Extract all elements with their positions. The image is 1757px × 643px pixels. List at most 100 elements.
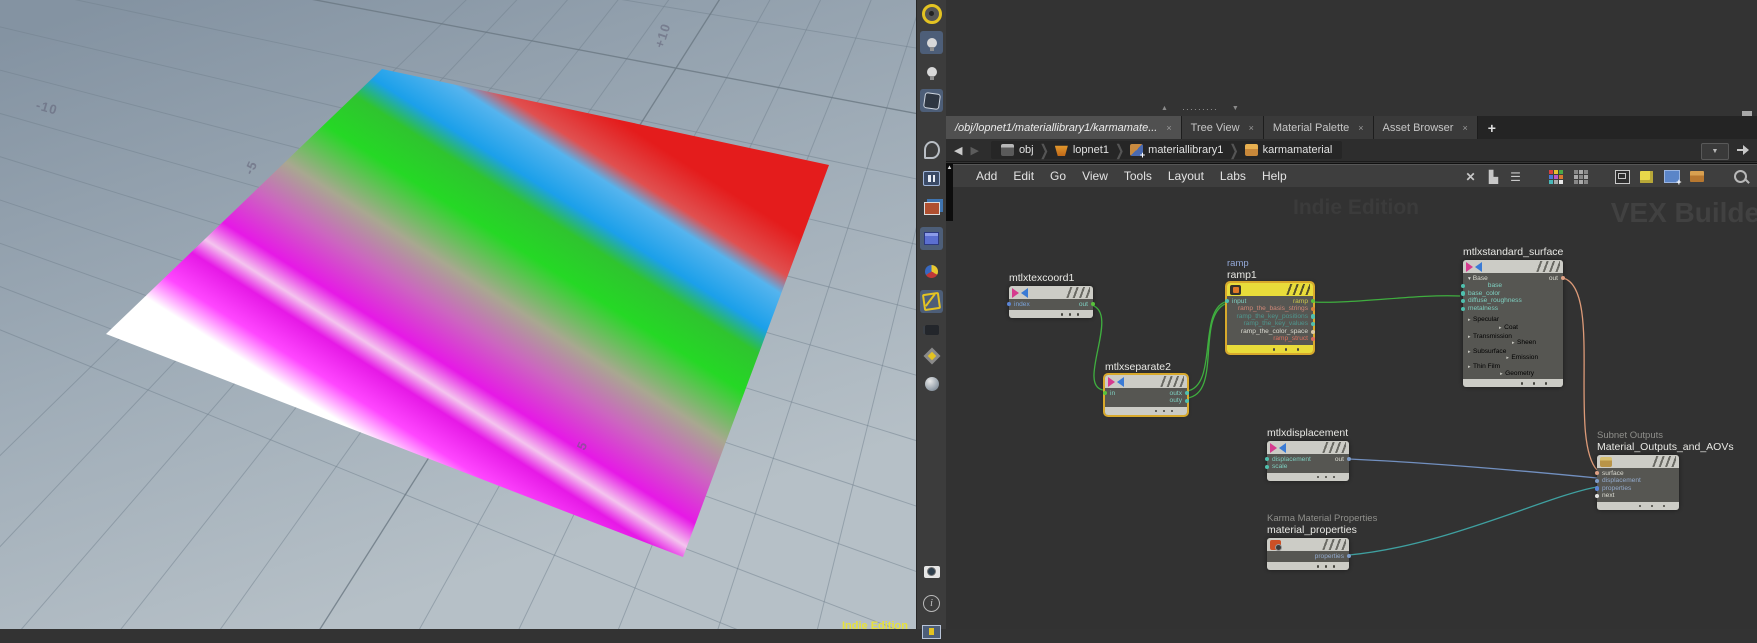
obj-icon <box>1000 144 1014 156</box>
pin-network-icon[interactable] <box>1737 145 1751 155</box>
color-palette-icon[interactable] <box>1547 168 1564 185</box>
tree-view-icon[interactable]: ▙ <box>1485 168 1502 185</box>
node-footer[interactable] <box>1267 472 1349 481</box>
display-options-icon[interactable] <box>920 344 943 367</box>
gallery-icon[interactable] <box>1688 168 1705 185</box>
view-cube-icon[interactable] <box>920 89 943 112</box>
node-header[interactable] <box>1267 441 1349 454</box>
menu-tools[interactable]: Tools <box>1116 169 1160 183</box>
tab-network-path[interactable]: /obj/lopnet1/materiallibrary1/karmamate.… <box>946 116 1182 139</box>
menu-add[interactable]: Add <box>968 169 1005 183</box>
node-footer[interactable] <box>1597 501 1679 510</box>
node-header[interactable] <box>1463 260 1563 273</box>
input-connector[interactable] <box>1595 471 1600 476</box>
background-image-icon[interactable] <box>1663 168 1682 187</box>
menu-layout[interactable]: Layout <box>1160 169 1212 183</box>
node-title: ramp1 <box>1227 269 1257 281</box>
output-connector[interactable] <box>1184 398 1189 404</box>
node-header[interactable] <box>1597 455 1679 468</box>
info-icon[interactable]: i <box>920 592 943 615</box>
tab-close-icon[interactable]: × <box>1166 123 1171 133</box>
scene-objects-icon[interactable] <box>920 227 943 250</box>
input-connector[interactable] <box>1595 494 1600 499</box>
tab-close-icon[interactable]: × <box>1358 123 1363 133</box>
tab-close-icon[interactable]: × <box>1249 123 1254 133</box>
tab-asset-browser[interactable]: Asset Browser × <box>1373 116 1478 139</box>
forward-arrow-icon[interactable]: ▶ <box>970 144 978 157</box>
back-arrow-icon[interactable]: ◀ <box>954 144 962 157</box>
menu-go[interactable]: Go <box>1042 169 1074 183</box>
material-shading-icon[interactable] <box>920 260 943 283</box>
menu-edit[interactable]: Edit <box>1005 169 1042 183</box>
breadcrumb-lopnet1[interactable]: lopnet1 <box>1051 144 1113 156</box>
path-dropdown-button[interactable]: ▼ <box>1701 142 1729 160</box>
window-icon[interactable] <box>1614 168 1631 185</box>
input-connector[interactable] <box>1595 478 1600 484</box>
node-material-properties[interactable]: Karma Material Properties material_prope… <box>1267 513 1377 571</box>
menu-view[interactable]: View <box>1074 169 1116 183</box>
node-footer[interactable] <box>1227 345 1313 354</box>
input-connector[interactable] <box>1225 299 1230 304</box>
node-title: mtlxstandard_surface <box>1463 246 1564 258</box>
snapshot-gallery-icon[interactable] <box>920 197 943 220</box>
node-header[interactable] <box>1227 283 1313 296</box>
pane-collapse-up-icon[interactable]: ▲ <box>1161 105 1168 112</box>
network-editor-pane[interactable]: ▲ ········· ▼ /obj/lopnet1/materiallibra… <box>946 0 1757 629</box>
menu-labs[interactable]: Labs <box>1212 169 1254 183</box>
node-mtlxseparate2[interactable]: mtlxseparate2 in outx outy <box>1103 361 1189 415</box>
no-render-flag-icon[interactable] <box>920 290 943 313</box>
node-footer[interactable] <box>1009 310 1093 319</box>
properties-icon <box>1270 539 1282 551</box>
node-flags[interactable] <box>1286 284 1310 295</box>
node-header[interactable] <box>1267 538 1349 551</box>
search-icon[interactable] <box>1732 168 1749 185</box>
node-footer[interactable] <box>1267 562 1349 571</box>
breadcrumb-obj[interactable]: obj <box>997 144 1038 156</box>
node-footer[interactable] <box>1463 379 1563 388</box>
network-canvas[interactable] <box>946 187 1757 629</box>
input-connector[interactable] <box>1103 391 1108 396</box>
new-tab-button[interactable]: + <box>1478 116 1506 139</box>
menu-help[interactable]: Help <box>1254 169 1295 183</box>
headlight-icon[interactable] <box>920 31 943 54</box>
camera-icon[interactable] <box>920 318 943 341</box>
pause-render-icon[interactable] <box>920 167 943 190</box>
grid-options-icon[interactable] <box>1572 168 1589 185</box>
input-connector[interactable] <box>1461 291 1466 296</box>
node-material-outputs-and-aovs[interactable]: Subnet Outputs Material_Outputs_and_AOVs… <box>1595 430 1734 510</box>
node-flags[interactable] <box>1160 376 1184 387</box>
canvas-edge-handle[interactable]: ▲ <box>946 163 953 221</box>
tab-bar: /obj/lopnet1/materiallibrary1/karmamate.… <box>946 116 1757 139</box>
node-footer[interactable] <box>1105 406 1187 415</box>
visibility-eye-icon[interactable] <box>920 560 943 583</box>
node-flags[interactable] <box>1536 261 1560 272</box>
view-eye-icon[interactable] <box>920 2 943 25</box>
pane-collapse-down-icon[interactable]: ▼ <box>1232 105 1239 112</box>
node-flags[interactable] <box>1066 287 1090 298</box>
node-mtlxstandard-surface[interactable]: mtlxstandard_surface Baseout base base_c… <box>1461 246 1565 388</box>
pane-divider[interactable]: ▲ ········· ▼ <box>1161 103 1239 114</box>
viewport-3d[interactable]: +10 -10 -5 5 Indie Edition <box>0 0 916 629</box>
breadcrumb-karmamaterial[interactable]: karmamaterial <box>1241 144 1337 156</box>
tools-icon[interactable]: ✕ <box>1462 168 1479 185</box>
node-mtlxtexcoord1[interactable]: mtlxtexcoord1 index out <box>1007 272 1095 319</box>
tab-material-palette[interactable]: Material Palette × <box>1263 116 1374 139</box>
sticky-note-icon[interactable] <box>1638 168 1655 185</box>
light-place-icon[interactable] <box>920 60 943 83</box>
listen-select-icon[interactable] <box>920 138 943 161</box>
input-connector[interactable] <box>1595 486 1600 491</box>
dock-pane-icon[interactable] <box>920 620 943 643</box>
node-flags[interactable] <box>1652 456 1676 467</box>
tab-close-icon[interactable]: × <box>1462 123 1467 133</box>
node-header[interactable] <box>1009 286 1093 299</box>
breadcrumb-materiallibrary1[interactable]: materiallibrary1 <box>1126 144 1227 160</box>
environment-sphere-icon[interactable] <box>920 372 943 395</box>
node-flags[interactable] <box>1322 539 1346 550</box>
tab-tree-view[interactable]: Tree View × <box>1181 116 1264 139</box>
list-view-icon[interactable]: ☰ <box>1507 168 1524 185</box>
pane-grip-icon[interactable]: ········· <box>1182 104 1218 113</box>
node-flags[interactable] <box>1322 442 1346 453</box>
node-header[interactable] <box>1105 375 1187 388</box>
node-ramp1[interactable]: ramp ramp1 input ramp ramp_the_basis_stri… <box>1225 258 1315 354</box>
node-mtlxdisplacement[interactable]: mtlxdisplacement displacement out scale <box>1265 427 1351 481</box>
